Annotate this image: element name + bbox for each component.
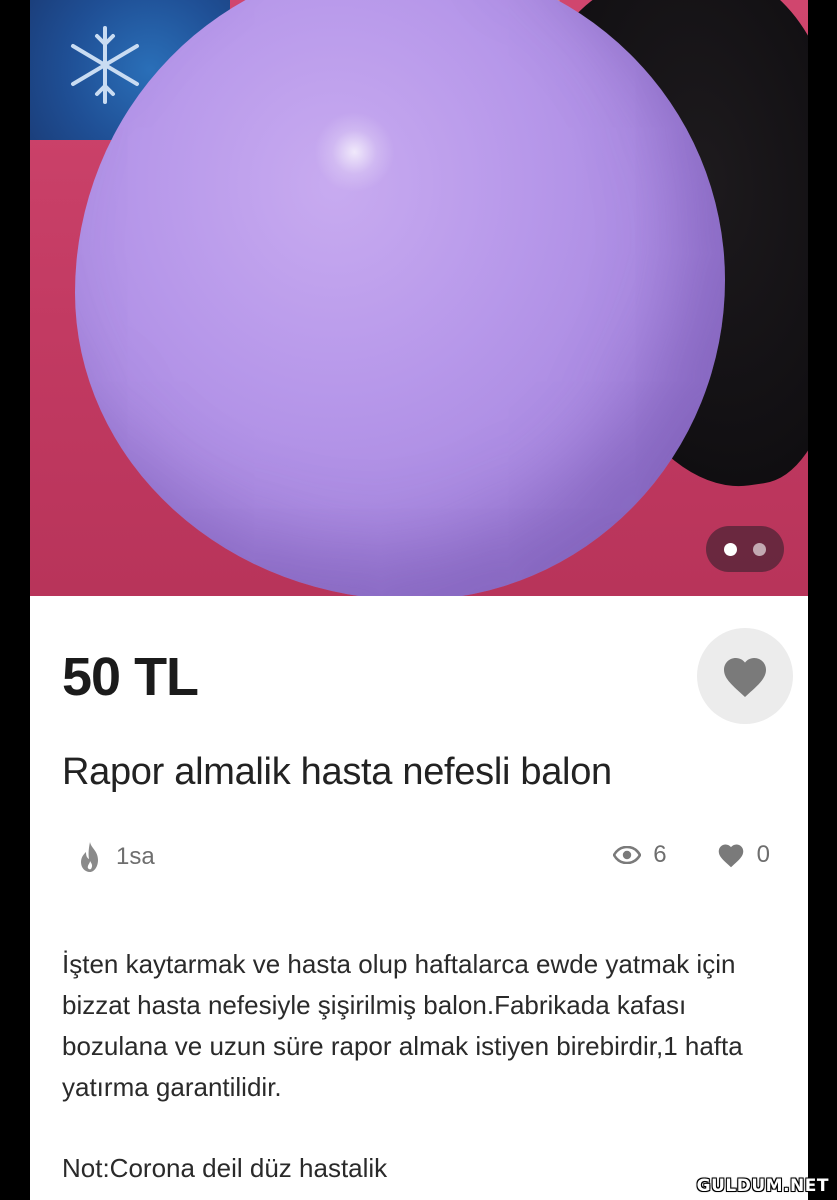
purple-balloon: [75, 0, 725, 596]
site-watermark: GULDUM.NET: [696, 1176, 829, 1196]
listing-title: Rapor almalik hasta nefesli balon: [62, 751, 612, 793]
heart-icon: [724, 658, 766, 697]
view-count: 6: [653, 841, 667, 868]
carousel-dot-active[interactable]: [724, 542, 737, 556]
eye-icon: [613, 846, 642, 864]
listing-price: 50 TL: [62, 647, 199, 707]
listing-photo[interactable]: [30, 0, 808, 596]
time-ago: 1sa: [116, 843, 155, 870]
posted-time: 1sa: [78, 841, 155, 873]
flame-icon: [81, 842, 98, 872]
carousel-indicator[interactable]: [706, 526, 784, 572]
listing-description: İşten kaytarmak ve hasta olup haftalarca…: [62, 949, 743, 1102]
listing-note: Not:Corona deil düz hastalik: [62, 1153, 388, 1183]
favorite-button[interactable]: [697, 628, 793, 724]
listing-stats: 6 0: [613, 841, 770, 869]
heart-icon: [718, 844, 743, 868]
listing-meta: 1sa 6 0: [62, 841, 776, 881]
carousel-dot[interactable]: [753, 542, 766, 556]
like-count: 0: [756, 841, 770, 868]
listing-details-card: 50 TL Rapor almalik hasta nefesli balon …: [30, 596, 808, 1200]
